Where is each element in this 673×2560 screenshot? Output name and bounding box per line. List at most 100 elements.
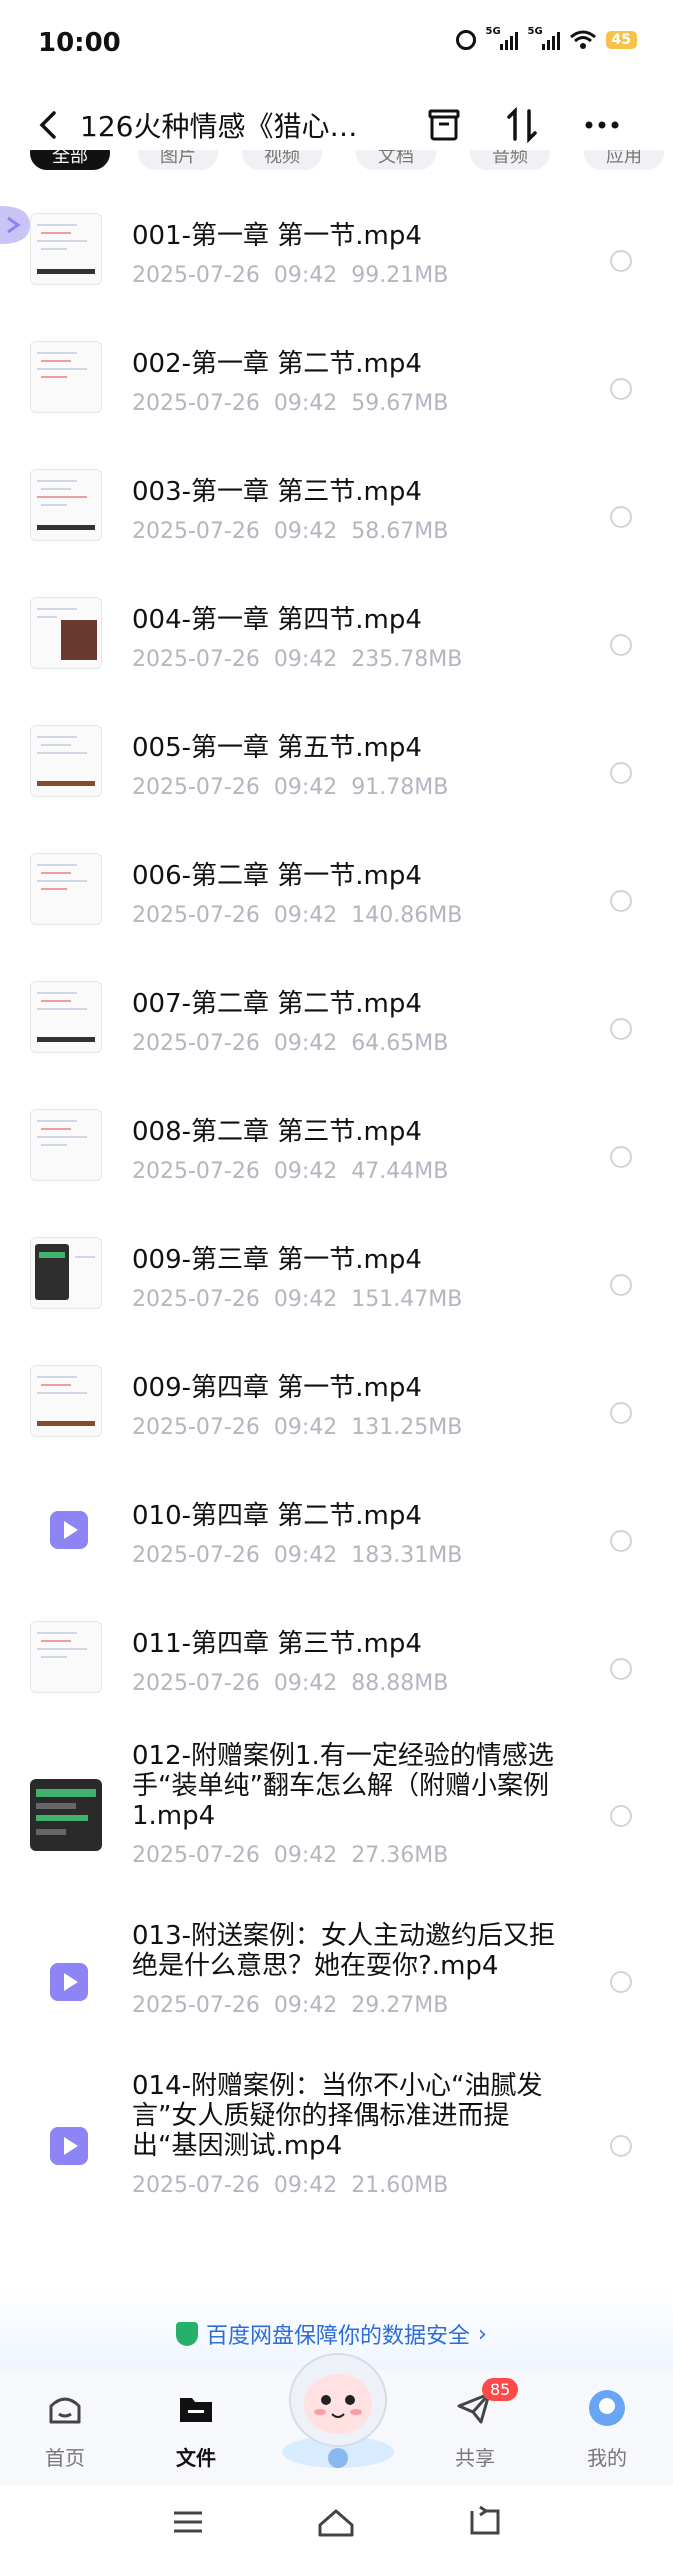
back-nav-icon[interactable] <box>464 2505 504 2539</box>
file-meta: 2025-07-26 09:42 99.21MB <box>132 263 448 288</box>
list-item[interactable]: 012-附赠案例1.有一定经验的情感选手“装单纯”翻车怎么解（附赠小案例1.mp… <box>0 1721 673 1901</box>
file-date: 2025-07-26 09:42 <box>132 1543 338 1568</box>
select-radio[interactable] <box>610 1971 632 1993</box>
system-nav-bar <box>0 2485 673 2560</box>
video-thumbnail <box>30 2109 102 2181</box>
file-size: 27.36MB <box>351 1843 449 1868</box>
menu-icon[interactable] <box>168 2505 208 2539</box>
select-radio[interactable] <box>610 2135 632 2157</box>
file-size: 140.86MB <box>351 903 463 928</box>
file-meta: 2025-07-26 09:42 91.78MB <box>132 775 448 800</box>
video-thumbnail <box>30 1365 102 1437</box>
back-icon[interactable] <box>30 105 66 145</box>
alarm-icon <box>455 30 476 50</box>
file-date: 2025-07-26 09:42 <box>132 1843 338 1868</box>
tab-files[interactable]: 文件 <box>151 2388 241 2471</box>
file-date: 2025-07-26 09:42 <box>132 1993 338 2018</box>
chip-docs[interactable]: 文档 <box>356 150 436 170</box>
file-size: 47.44MB <box>351 1159 449 1184</box>
file-name: 002-第一章 第二节.mp4 <box>132 349 422 379</box>
tab-share[interactable]: 85 共享 <box>430 2378 520 2471</box>
page-title: 126火种情感《猎心… <box>80 110 358 143</box>
file-size: 91.78MB <box>351 775 449 800</box>
list-item[interactable]: 006-第二章 第一节.mp4 2025-07-26 09:42 140.86M… <box>0 825 673 953</box>
select-radio[interactable] <box>610 506 632 528</box>
select-radio[interactable] <box>610 1146 632 1168</box>
video-file-icon <box>50 1511 88 1549</box>
select-radio[interactable] <box>610 1018 632 1040</box>
folder-icon <box>180 2398 212 2422</box>
list-item[interactable]: 004-第一章 第四节.mp4 2025-07-26 09:42 235.78M… <box>0 569 673 697</box>
list-item[interactable]: 007-第二章 第二节.mp4 2025-07-26 09:42 64.65MB <box>0 953 673 1081</box>
select-radio[interactable] <box>610 1530 632 1552</box>
file-name: 013-附送案例：女人主动邀约后又拒绝是什么意思？她在耍你?.mp4 <box>132 1921 556 1981</box>
select-radio[interactable] <box>610 634 632 656</box>
video-thumbnail <box>30 213 102 285</box>
select-radio[interactable] <box>610 1402 632 1424</box>
list-item[interactable]: 009-第四章 第一节.mp4 2025-07-26 09:42 131.25M… <box>0 1337 673 1465</box>
file-name: 009-第三章 第一节.mp4 <box>132 1245 422 1275</box>
file-meta: 2025-07-26 09:42 64.65MB <box>132 1031 448 1056</box>
file-meta: 2025-07-26 09:42 235.78MB <box>132 647 462 672</box>
list-item[interactable]: 005-第一章 第五节.mp4 2025-07-26 09:42 91.78MB <box>0 697 673 825</box>
file-name: 001-第一章 第一节.mp4 <box>132 221 422 251</box>
tab-home[interactable]: 首页 <box>20 2388 110 2471</box>
chip-all[interactable]: 全部 <box>30 150 110 170</box>
file-size: 183.31MB <box>351 1543 463 1568</box>
list-item[interactable]: 010-第四章 第二节.mp4 2025-07-26 09:42 183.31M… <box>0 1465 673 1593</box>
list-item[interactable]: 009-第三章 第一节.mp4 2025-07-26 09:42 151.47M… <box>0 1209 673 1337</box>
select-radio[interactable] <box>610 890 632 912</box>
file-size: 21.60MB <box>351 2173 449 2198</box>
chip-images[interactable]: 图片 <box>138 150 218 170</box>
list-item[interactable]: 008-第二章 第三节.mp4 2025-07-26 09:42 47.44MB <box>0 1081 673 1209</box>
archive-icon[interactable] <box>422 103 466 147</box>
file-meta: 2025-07-26 09:42 131.25MB <box>132 1415 462 1440</box>
file-date: 2025-07-26 09:42 <box>132 775 338 800</box>
signal-icon-1: 5G <box>486 26 518 50</box>
file-size: 29.27MB <box>351 1993 449 2018</box>
select-radio[interactable] <box>610 1658 632 1680</box>
list-item[interactable]: 013-附送案例：女人主动邀约后又拒绝是什么意思？她在耍你?.mp4 2025-… <box>0 1901 673 2051</box>
video-thumbnail <box>30 469 102 541</box>
select-radio[interactable] <box>610 250 632 272</box>
more-icon[interactable] <box>580 103 624 147</box>
video-thumbnail <box>30 725 102 797</box>
file-meta: 2025-07-26 09:42 29.27MB <box>132 1993 448 2018</box>
list-item[interactable]: 003-第一章 第三节.mp4 2025-07-26 09:42 58.67MB <box>0 441 673 569</box>
home-nav-icon[interactable] <box>316 2505 356 2539</box>
header: 126火种情感《猎心… <box>0 95 673 155</box>
tab-profile[interactable]: 我的 <box>562 2388 652 2471</box>
list-item[interactable]: 014-附赠案例：当你不小心“油腻发言”女人质疑你的择偶标准进而提出“基因测试.… <box>0 2051 673 2231</box>
file-size: 64.65MB <box>351 1031 449 1056</box>
file-size: 88.88MB <box>351 1671 449 1696</box>
file-date: 2025-07-26 09:42 <box>132 391 338 416</box>
file-name: 012-附赠案例1.有一定经验的情感选手“装单纯”翻车怎么解（附赠小案例1.mp… <box>132 1741 554 1831</box>
mascot-icon[interactable] <box>268 2340 408 2475</box>
sort-icon[interactable] <box>501 103 545 147</box>
profile-icon <box>589 2390 625 2426</box>
file-name: 007-第二章 第二节.mp4 <box>132 989 422 1019</box>
list-item[interactable]: 002-第一章 第二节.mp4 2025-07-26 09:42 59.67MB <box>0 313 673 441</box>
file-meta: 2025-07-26 09:42 21.60MB <box>132 2173 448 2198</box>
select-radio[interactable] <box>610 378 632 400</box>
file-date: 2025-07-26 09:42 <box>132 519 338 544</box>
list-item[interactable]: 011-第四章 第三节.mp4 2025-07-26 09:42 88.88MB <box>0 1593 673 1721</box>
chevron-right-icon: › <box>478 2321 487 2347</box>
file-name: 009-第四章 第一节.mp4 <box>132 1373 422 1403</box>
select-radio[interactable] <box>610 1805 632 1827</box>
file-size: 151.47MB <box>351 1287 463 1312</box>
chip-video[interactable]: 视频 <box>242 150 322 170</box>
list-item[interactable]: 001-第一章 第一节.mp4 2025-07-26 09:42 99.21MB <box>0 185 673 313</box>
video-thumbnail <box>30 981 102 1053</box>
signal-icon-2: 5G <box>528 26 560 50</box>
file-meta: 2025-07-26 09:42 151.47MB <box>132 1287 462 1312</box>
select-radio[interactable] <box>610 1274 632 1296</box>
battery-indicator: 45 <box>605 31 637 49</box>
select-radio[interactable] <box>610 762 632 784</box>
chip-apps[interactable]: 应用 <box>584 150 664 170</box>
tab-label: 文件 <box>176 2446 216 2470</box>
chip-audio[interactable]: 音频 <box>470 150 550 170</box>
network-label-2: 5G <box>527 26 543 37</box>
file-meta: 2025-07-26 09:42 59.67MB <box>132 391 448 416</box>
file-date: 2025-07-26 09:42 <box>132 1031 338 1056</box>
